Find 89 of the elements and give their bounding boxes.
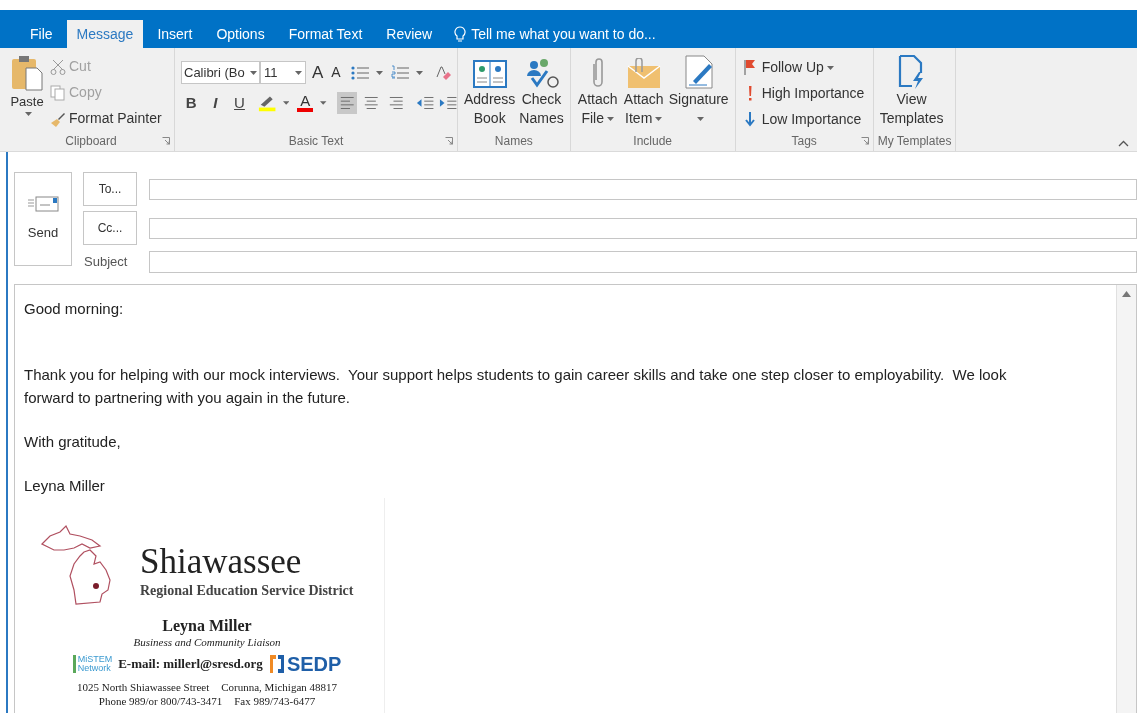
- ribbon-tab[interactable]: Review: [376, 20, 443, 48]
- address-text: Corunna, Michigan 48817: [221, 680, 338, 695]
- scrollbar[interactable]: [1116, 285, 1136, 713]
- caret-icon: [655, 117, 663, 122]
- phone-text: Fax 989/743-6477: [234, 694, 316, 709]
- to-button[interactable]: To...: [83, 172, 137, 206]
- ribbon-tab[interactable]: File: [20, 20, 63, 48]
- organization-name: Shiawassee: [140, 544, 303, 580]
- ribbon-tab[interactable]: Insert: [147, 20, 203, 48]
- send-button[interactable]: Send: [14, 172, 72, 266]
- caret-icon: [25, 111, 32, 116]
- group-label: Names: [494, 133, 533, 150]
- subject-label: Subject: [83, 253, 129, 272]
- ribbon-tab[interactable]: Options: [206, 20, 275, 48]
- email-address: E-mail: millerl@sresd.org: [118, 656, 263, 673]
- subject-field[interactable]: [149, 251, 1137, 273]
- ribbon-button[interactable]: Check Names: [517, 52, 566, 128]
- ribbon-button[interactable]: View Templates: [877, 52, 946, 128]
- text-style-button[interactable]: B: [181, 91, 202, 114]
- clear-formatting-icon[interactable]: [434, 64, 451, 81]
- caret-icon: [250, 70, 257, 75]
- caret-icon: [826, 65, 834, 70]
- font-name-field[interactable]: Calibri (Bo: [181, 61, 260, 85]
- ribbon-button[interactable]: Signature: [666, 52, 731, 128]
- ribbon-button[interactable]: Attach Item: [620, 52, 667, 128]
- increase-indent-icon[interactable]: [438, 94, 457, 111]
- decrease-indent-icon[interactable]: [416, 94, 435, 111]
- caret-icon: [696, 117, 704, 122]
- ribbon-tab[interactable]: Message: [66, 20, 144, 48]
- tag-command[interactable]: High Importance: [743, 80, 873, 106]
- dialog-launcher-icon[interactable]: [162, 137, 170, 145]
- caret-icon: [295, 70, 302, 75]
- phone-text: Phone 989/or 800/743-3471: [98, 694, 223, 709]
- tag-command[interactable]: Follow Up: [743, 54, 873, 80]
- organization-subtitle: Regional Education Service District: [140, 582, 354, 600]
- group-label: Include: [633, 133, 673, 150]
- group-label: My Templates: [877, 133, 952, 150]
- scissors-icon: [50, 58, 66, 75]
- tell-me-search[interactable]: Tell me what you want to do...: [471, 23, 656, 45]
- align-button[interactable]: [336, 91, 358, 114]
- sedp-logo: SEDP: [268, 651, 342, 677]
- recipient-field[interactable]: [149, 217, 1137, 239]
- grow-font-button[interactable]: A: [310, 60, 326, 86]
- scroll-up-icon[interactable]: [1122, 291, 1131, 297]
- paintbrush-icon: [50, 110, 66, 127]
- tag-command[interactable]: Low Importance: [743, 106, 873, 132]
- down-arrow-icon: [743, 111, 756, 127]
- text-style-button[interactable]: U: [229, 91, 250, 114]
- numbered-list-icon[interactable]: [390, 64, 409, 81]
- dialog-launcher-icon[interactable]: [445, 137, 453, 145]
- text-style-button[interactable]: I: [205, 91, 226, 114]
- caret-icon: [415, 70, 423, 75]
- address-text: 1025 North Shiawassee Street: [76, 680, 210, 695]
- paste-button[interactable]: Paste: [8, 54, 46, 131]
- shrink-font-button[interactable]: A: [329, 62, 343, 84]
- recipient-field[interactable]: [149, 178, 1137, 200]
- signature-pen-icon: [682, 54, 715, 90]
- font-size-field[interactable]: 11: [260, 61, 306, 85]
- body-paragraph: Thank you for helping with our mock interviews. Your support helps students to gain career skills and take one step closer to employability. We look forward to partnering with you again in the future.: [24, 365, 1008, 408]
- contact-title: Business and Community Liaison: [133, 636, 281, 650]
- body-paragraph: Good morning:: [24, 299, 125, 319]
- group-label: Clipboard: [65, 133, 117, 150]
- network-logo: MiSTEM Network: [72, 655, 113, 674]
- group-label: Basic Text: [288, 133, 344, 150]
- clipboard-command[interactable]: Format Painter: [50, 106, 162, 131]
- dialog-launcher-icon[interactable]: [860, 137, 869, 145]
- address-book-icon: [471, 58, 508, 90]
- lightbulb-icon: [454, 25, 467, 43]
- contact-name: Leyna Miller: [162, 616, 252, 636]
- ribbon-tab[interactable]: Format Text: [278, 20, 373, 48]
- bullet-list-icon[interactable]: [350, 64, 369, 81]
- group-label: Tags: [791, 133, 817, 150]
- message-body[interactable]: [14, 284, 1137, 713]
- clipboard-icon: [10, 54, 44, 92]
- ribbon-button[interactable]: Address Book: [462, 52, 518, 128]
- envelope-icon: [27, 195, 59, 214]
- font-color-button[interactable]: A: [297, 93, 314, 113]
- body-paragraph: Leyna Miller: [24, 476, 106, 496]
- caret-icon: [282, 100, 290, 105]
- envelope-icon: [625, 58, 662, 90]
- cc-button[interactable]: Cc...: [83, 211, 137, 245]
- flag-icon: [743, 59, 756, 75]
- caret-icon: [607, 117, 614, 122]
- collapse-ribbon-icon[interactable]: [1118, 140, 1129, 147]
- copy-icon: [50, 84, 66, 101]
- caret-icon: [320, 100, 327, 105]
- ribbon-button[interactable]: Attach File: [574, 52, 621, 128]
- body-paragraph: With gratitude,: [24, 432, 122, 452]
- caret-icon: [375, 70, 383, 75]
